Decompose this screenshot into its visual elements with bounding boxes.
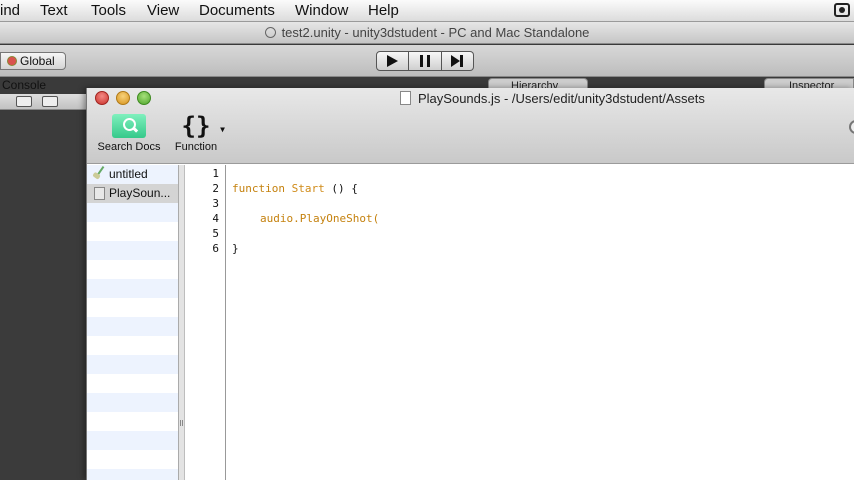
- method-token: PlayOneShot: [299, 212, 373, 225]
- editor-window-title: PlaySounds.js - /Users/edit/unity3dstude…: [400, 91, 705, 106]
- toolbar-toggle-button[interactable]: [849, 120, 854, 134]
- document-list: untitled PlaySoun...: [87, 165, 179, 480]
- close-window-button[interactable]: [95, 91, 109, 105]
- play-icon: [387, 55, 399, 67]
- search-docs-button[interactable]: Search Docs: [95, 114, 163, 153]
- dropdown-caret-icon: ▼: [220, 125, 225, 134]
- menu-text[interactable]: Text: [40, 2, 68, 19]
- menu-view[interactable]: View: [147, 2, 179, 19]
- play-button[interactable]: [376, 51, 410, 71]
- document-item-playsounds[interactable]: PlaySoun...: [87, 184, 178, 203]
- grip-icon: [180, 420, 183, 426]
- console-tab[interactable]: Console: [0, 78, 86, 94]
- line-number: 2: [212, 182, 219, 195]
- code-line-4: audio.PlayOneShot(: [260, 212, 379, 225]
- menu-find[interactable]: ind: [0, 2, 20, 19]
- object-token: audio.: [260, 212, 300, 225]
- code-token: () {: [324, 182, 358, 195]
- unity-title-bar: test2.unity - unity3dstudent - PC and Ma…: [0, 22, 854, 44]
- play-controls: [376, 51, 474, 71]
- function-label: Function: [174, 141, 218, 153]
- step-button[interactable]: [441, 51, 474, 71]
- global-label: Global: [20, 54, 55, 68]
- braces-icon: {} ▼: [171, 112, 225, 140]
- menu-bar: ind Text Tools View Documents Window Hel…: [0, 0, 854, 22]
- function-menu-button[interactable]: {} ▼ Function: [171, 112, 225, 153]
- menu-documents[interactable]: Documents: [199, 2, 275, 19]
- unity-toolbar: Global: [0, 45, 854, 77]
- code-editor-area[interactable]: function Start () { audio.PlayOneShot( }: [232, 165, 852, 480]
- pause-icon: [419, 55, 430, 67]
- line-number: 4: [212, 212, 219, 225]
- step-icon: [451, 55, 464, 67]
- menu-window[interactable]: Window: [295, 2, 348, 19]
- global-icon: [7, 56, 17, 66]
- screen-capture-icon[interactable]: [834, 3, 850, 17]
- line-number: 1: [212, 167, 219, 180]
- unity-title-label: test2.unity - unity3dstudent - PC and Ma…: [281, 25, 590, 40]
- sidebar-splitter[interactable]: [179, 165, 185, 480]
- file-icon: [94, 187, 105, 200]
- function-name-token: Start: [291, 182, 325, 195]
- braces-glyph: {}: [181, 112, 211, 140]
- console-panel: [0, 111, 86, 480]
- keyword-token: function: [232, 182, 285, 195]
- image-icon[interactable]: [16, 96, 32, 107]
- document-item-label: PlaySoun...: [109, 186, 171, 200]
- document-item-label: untitled: [109, 167, 148, 181]
- code-token: (: [372, 212, 380, 225]
- unity-window-title: test2.unity - unity3dstudent - PC and Ma…: [0, 25, 854, 40]
- global-toggle-button[interactable]: Global: [0, 52, 66, 70]
- line-number: 5: [212, 227, 219, 240]
- line-number: 3: [212, 197, 219, 210]
- menu-tools[interactable]: Tools: [91, 2, 126, 19]
- line-number: 6: [212, 242, 219, 255]
- menu-help[interactable]: Help: [368, 2, 399, 19]
- search-icon: [112, 114, 146, 138]
- console-toolbar: [0, 94, 86, 110]
- editor-title-bar: PlaySounds.js - /Users/edit/unity3dstude…: [87, 88, 854, 164]
- code-line-2: function Start () {: [232, 182, 358, 195]
- unity-logo-icon: [264, 27, 276, 38]
- code-line-6: }: [232, 242, 239, 255]
- document-icon: [400, 91, 411, 105]
- line-number-gutter: 1 2 3 4 5 6: [186, 165, 226, 480]
- search-docs-label: Search Docs: [97, 141, 161, 153]
- editor-title-label: PlaySounds.js - /Users/edit/unity3dstude…: [418, 91, 705, 106]
- screen: ind Text Tools View Documents Window Hel…: [0, 0, 854, 480]
- zoom-window-button[interactable]: [137, 91, 151, 105]
- document-item-untitled[interactable]: untitled: [87, 165, 178, 184]
- speaker-icon[interactable]: [42, 96, 58, 107]
- minimize-window-button[interactable]: [116, 91, 130, 105]
- pause-button[interactable]: [409, 51, 442, 71]
- script-editor-window: PlaySounds.js - /Users/edit/unity3dstude…: [86, 88, 854, 480]
